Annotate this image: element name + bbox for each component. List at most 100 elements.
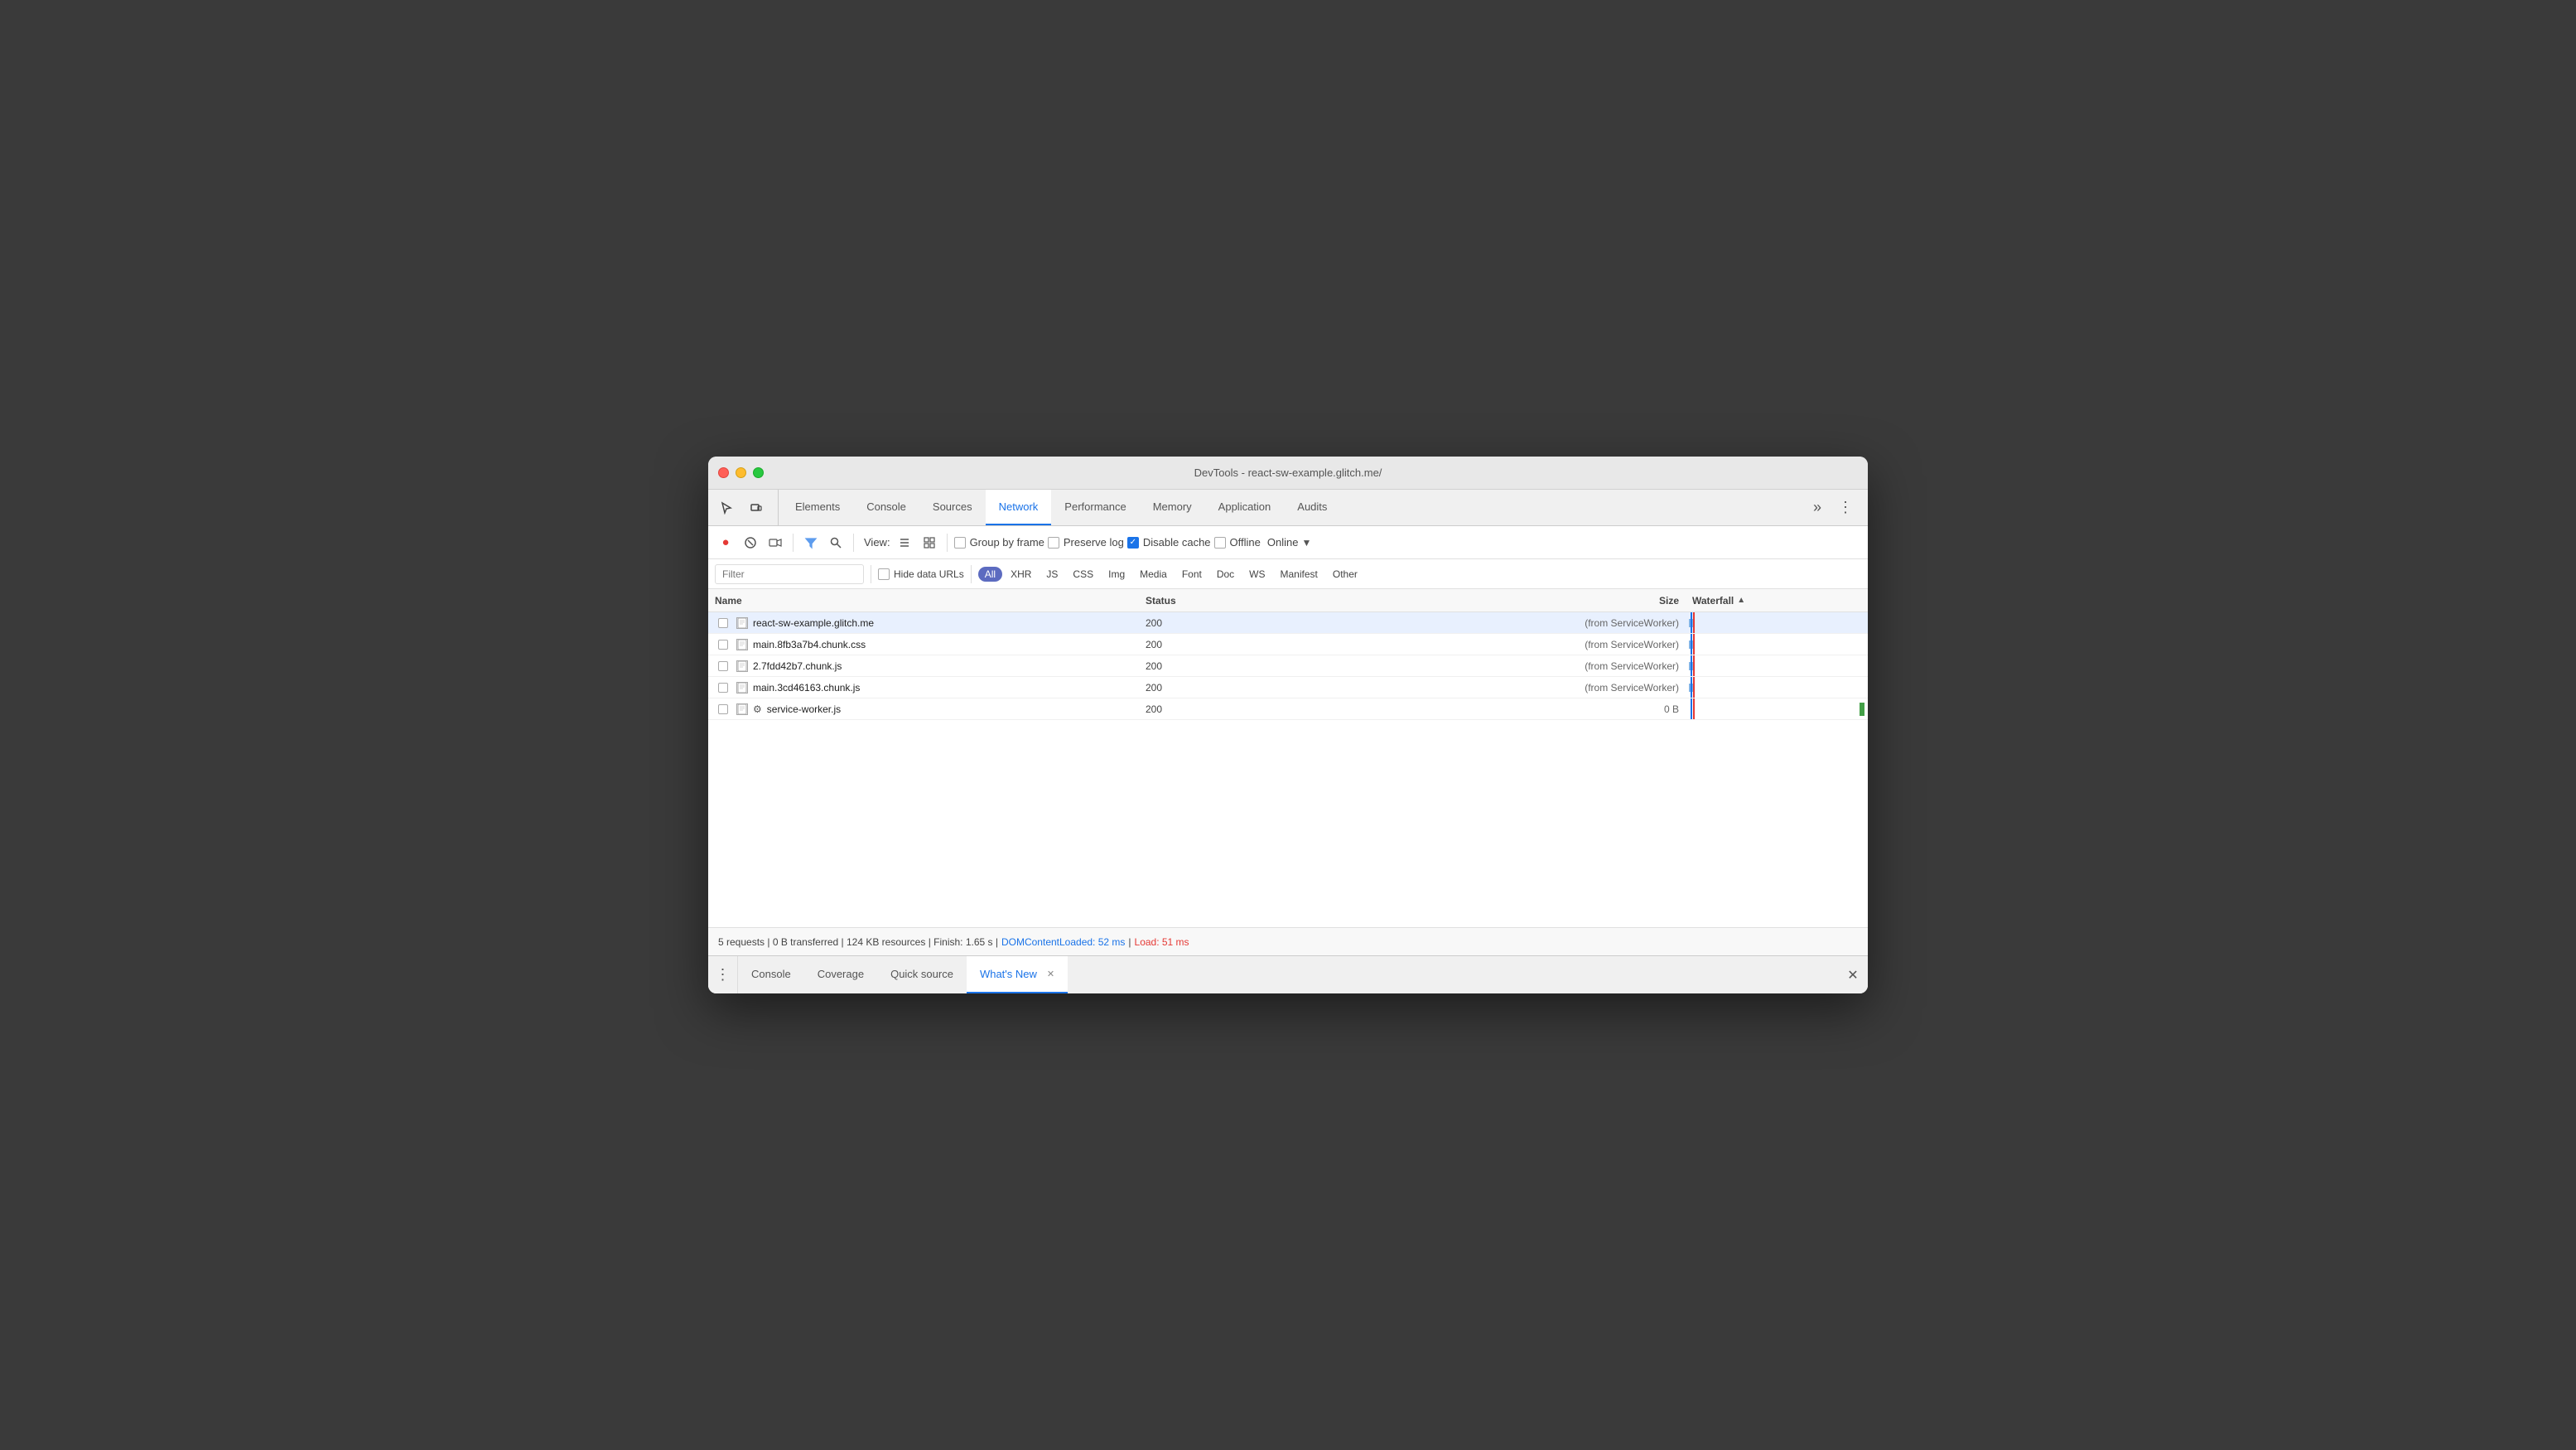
hide-data-urls-group: Hide data URLs xyxy=(878,568,964,580)
filter-bar: Hide data URLs All XHR JS CSS Img Media … xyxy=(708,559,1868,589)
hide-data-urls-checkbox[interactable] xyxy=(878,568,890,580)
group-by-frame-group: Group by frame xyxy=(954,536,1044,549)
list-view-button[interactable] xyxy=(894,532,915,553)
close-whats-new-icon[interactable]: ✕ xyxy=(1047,969,1054,979)
hide-data-urls-label: Hide data URLs xyxy=(894,568,964,580)
record-button[interactable]: ● xyxy=(715,532,736,553)
cursor-icon[interactable] xyxy=(715,496,738,520)
doc-icon xyxy=(736,660,748,672)
col-header-status[interactable]: Status xyxy=(1139,595,1305,607)
search-button[interactable] xyxy=(825,532,847,553)
row-size-3: (from ServiceWorker) xyxy=(1305,660,1686,672)
close-button[interactable] xyxy=(718,467,729,478)
title-bar: DevTools - react-sw-example.glitch.me/ xyxy=(708,457,1868,490)
table-row[interactable]: main.3cd46163.chunk.js 200 (from Service… xyxy=(708,677,1868,698)
filter-doc[interactable]: Doc xyxy=(1210,567,1241,582)
status-separator: | xyxy=(1128,936,1131,948)
filter-font[interactable]: Font xyxy=(1175,567,1208,582)
waterfall-line-red xyxy=(1693,698,1695,719)
group-by-frame-checkbox[interactable] xyxy=(954,537,966,549)
throttle-dropdown-arrow[interactable]: ▼ xyxy=(1301,537,1311,549)
tab-audits[interactable]: Audits xyxy=(1284,490,1340,525)
tab-memory[interactable]: Memory xyxy=(1140,490,1205,525)
row-status-2: 200 xyxy=(1139,639,1305,650)
row-name-3: 2.7fdd42b7.chunk.js xyxy=(708,660,1139,672)
waterfall-line-blue xyxy=(1691,698,1692,719)
filter-media[interactable]: Media xyxy=(1133,567,1174,582)
disable-cache-checkbox[interactable]: ✓ xyxy=(1127,537,1139,549)
status-bar: 5 requests | 0 B transferred | 124 KB re… xyxy=(708,927,1868,955)
devtools-window: DevTools - react-sw-example.glitch.me/ xyxy=(708,457,1868,993)
tab-sources[interactable]: Sources xyxy=(919,490,986,525)
row-waterfall-3 xyxy=(1686,655,1868,676)
tab-performance[interactable]: Performance xyxy=(1051,490,1139,525)
disable-cache-group: ✓ Disable cache xyxy=(1127,536,1211,549)
dom-content-loaded-link[interactable]: DOMContentLoaded: 52 ms xyxy=(1001,936,1125,948)
row-checkbox-4 xyxy=(715,683,731,693)
drawer-menu-button[interactable]: ⋮ xyxy=(708,956,738,993)
filter-css[interactable]: CSS xyxy=(1066,567,1100,582)
preserve-log-checkbox[interactable] xyxy=(1048,537,1059,549)
table-row[interactable]: ⚙ service-worker.js 200 0 B xyxy=(708,698,1868,720)
filter-input[interactable] xyxy=(722,568,856,580)
row-size-4: (from ServiceWorker) xyxy=(1305,682,1686,694)
load-link[interactable]: Load: 51 ms xyxy=(1135,936,1189,948)
table-row[interactable]: 2.7fdd42b7.chunk.js 200 (from ServiceWor… xyxy=(708,655,1868,677)
clear-button[interactable] xyxy=(740,532,761,553)
row-checkbox-5 xyxy=(715,704,731,714)
drawer-tab-coverage[interactable]: Coverage xyxy=(804,956,877,993)
toolbar-separator-3 xyxy=(947,534,948,552)
row-name-4: main.3cd46163.chunk.js xyxy=(708,682,1139,694)
device-toolbar-icon[interactable] xyxy=(745,496,768,520)
filter-button[interactable] xyxy=(800,532,822,553)
row-size-5: 0 B xyxy=(1305,703,1686,715)
tab-elements[interactable]: Elements xyxy=(782,490,853,525)
filter-other[interactable]: Other xyxy=(1326,567,1364,582)
more-tabs-button[interactable]: » xyxy=(1805,490,1830,525)
col-header-size[interactable]: Size xyxy=(1305,595,1686,607)
online-label: Online xyxy=(1267,536,1299,549)
row-waterfall-1 xyxy=(1686,612,1868,633)
devtools-body: Elements Console Sources Network Perform… xyxy=(708,490,1868,993)
video-button[interactable] xyxy=(765,532,786,553)
row-status-3: 200 xyxy=(1139,660,1305,672)
view-label: View: xyxy=(864,536,890,549)
tab-console[interactable]: Console xyxy=(853,490,919,525)
detail-view-button[interactable] xyxy=(919,532,940,553)
table-row[interactable]: main.8fb3a7b4.chunk.css 200 (from Servic… xyxy=(708,634,1868,655)
main-tabs: Elements Console Sources Network Perform… xyxy=(782,490,1805,525)
waterfall-line-red xyxy=(1693,677,1695,698)
doc-icon xyxy=(736,639,748,650)
doc-icon xyxy=(736,703,748,715)
waterfall-line-blue xyxy=(1691,655,1692,676)
devtools-menu-button[interactable]: ⋮ xyxy=(1830,490,1861,525)
drawer-tab-whats-new[interactable]: What's New ✕ xyxy=(967,956,1068,993)
tab-network[interactable]: Network xyxy=(986,490,1052,525)
filter-xhr[interactable]: XHR xyxy=(1004,567,1038,582)
col-header-name[interactable]: Name xyxy=(708,595,1139,607)
filter-manifest[interactable]: Manifest xyxy=(1274,567,1324,582)
disable-cache-label: Disable cache xyxy=(1143,536,1211,549)
row-waterfall-2 xyxy=(1686,634,1868,655)
drawer-tab-quick-source[interactable]: Quick source xyxy=(877,956,967,993)
filter-js[interactable]: JS xyxy=(1040,567,1064,582)
filter-img[interactable]: Img xyxy=(1102,567,1131,582)
drawer-tab-console[interactable]: Console xyxy=(738,956,804,993)
table-row[interactable]: react-sw-example.glitch.me 200 (from Ser… xyxy=(708,612,1868,634)
filter-ws[interactable]: WS xyxy=(1242,567,1271,582)
table-header: Name Status Size Waterfall ▲ xyxy=(708,589,1868,612)
row-checkbox-3 xyxy=(715,661,731,671)
row-size-2: (from ServiceWorker) xyxy=(1305,639,1686,650)
drawer-close-button[interactable]: ✕ xyxy=(1838,956,1868,993)
tab-application[interactable]: Application xyxy=(1205,490,1285,525)
col-header-waterfall[interactable]: Waterfall ▲ xyxy=(1686,595,1868,607)
offline-checkbox[interactable] xyxy=(1214,537,1226,549)
waterfall-line-blue xyxy=(1691,634,1692,655)
network-toolbar: ● xyxy=(708,526,1868,559)
minimize-button[interactable] xyxy=(736,467,746,478)
waterfall-line-red xyxy=(1693,655,1695,676)
row-waterfall-5 xyxy=(1686,698,1868,719)
row-status-5: 200 xyxy=(1139,703,1305,715)
fullscreen-button[interactable] xyxy=(753,467,764,478)
filter-all[interactable]: All xyxy=(978,567,1002,582)
